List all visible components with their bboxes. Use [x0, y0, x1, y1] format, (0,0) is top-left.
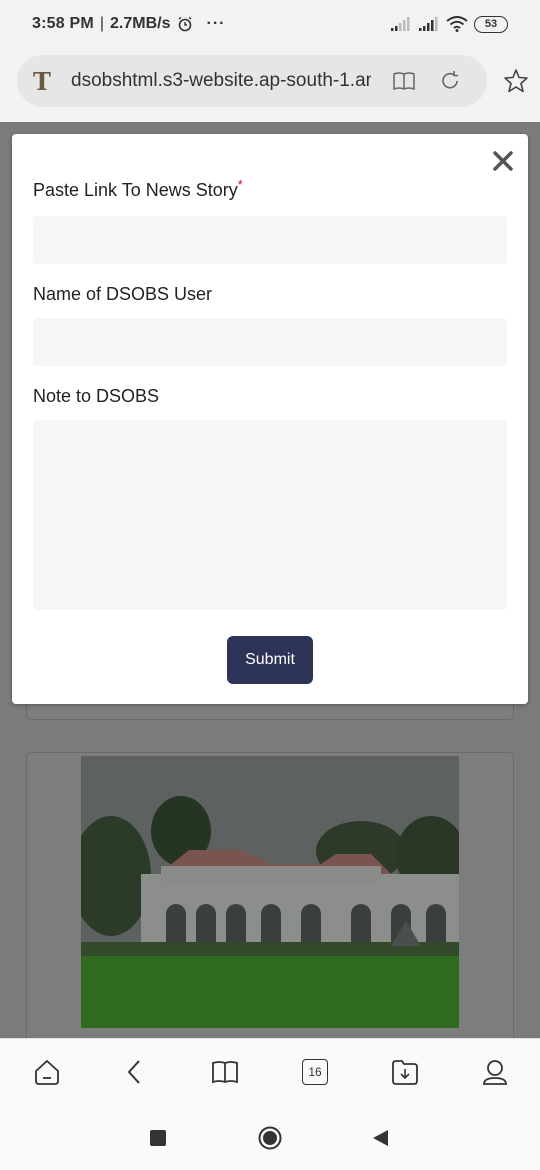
recents-button[interactable]: [150, 1130, 166, 1146]
bookmark-star-icon[interactable]: [502, 67, 530, 95]
system-navigation-bar: [0, 1104, 540, 1170]
building-photo: [81, 756, 459, 1028]
submit-button[interactable]: Submit: [227, 636, 313, 684]
news-link-input[interactable]: [33, 216, 507, 264]
reload-icon[interactable]: [437, 68, 463, 94]
url-text[interactable]: dsobshtml.s3-website.ap-south-1.amazonaw…: [71, 70, 371, 92]
back-icon[interactable]: [120, 1057, 150, 1087]
network-speed: 2.7MB/s: [110, 15, 171, 32]
back-nav-button[interactable]: [372, 1129, 390, 1147]
submit-news-modal: Paste Link To News Story* Name of DSOBS …: [12, 134, 528, 704]
bookmarks-icon[interactable]: [210, 1057, 240, 1087]
status-separator: |: [99, 15, 105, 32]
alarm-icon: [178, 16, 191, 32]
downloads-icon[interactable]: [390, 1057, 420, 1087]
browser-toolbar: T dsobshtml.s3-website.ap-south-1.amazon…: [0, 48, 540, 122]
news-link-label-text: Paste Link To News Story: [33, 180, 238, 200]
news-link-label: Paste Link To News Story*: [33, 177, 243, 201]
home-nav-button[interactable]: [258, 1126, 282, 1150]
close-icon[interactable]: [492, 150, 514, 172]
address-bar[interactable]: T dsobshtml.s3-website.ap-south-1.amazon…: [17, 55, 487, 107]
status-bar: 3:58 PM | 2.7MB/s ··· 53: [0, 0, 540, 48]
dsobs-user-input[interactable]: [33, 318, 507, 366]
battery-indicator: 53: [474, 15, 508, 33]
signal-icon-2: [419, 17, 438, 31]
home-icon[interactable]: [32, 1057, 62, 1087]
tabs-button[interactable]: 16: [302, 1059, 328, 1085]
site-favicon: T: [33, 66, 51, 96]
required-marker: *: [237, 177, 243, 192]
dsobs-user-label: Name of DSOBS User: [33, 284, 213, 304]
profile-icon[interactable]: [480, 1057, 510, 1087]
note-textarea[interactable]: [33, 420, 507, 610]
wifi-icon: [446, 16, 468, 32]
browser-bottom-bar: 16: [0, 1038, 540, 1104]
reader-mode-icon[interactable]: [391, 68, 417, 94]
note-label: Note to DSOBS: [33, 386, 160, 406]
status-time: 3:58 PM: [32, 15, 94, 32]
more-notifications: ···: [206, 15, 226, 32]
signal-icon: [391, 17, 410, 31]
